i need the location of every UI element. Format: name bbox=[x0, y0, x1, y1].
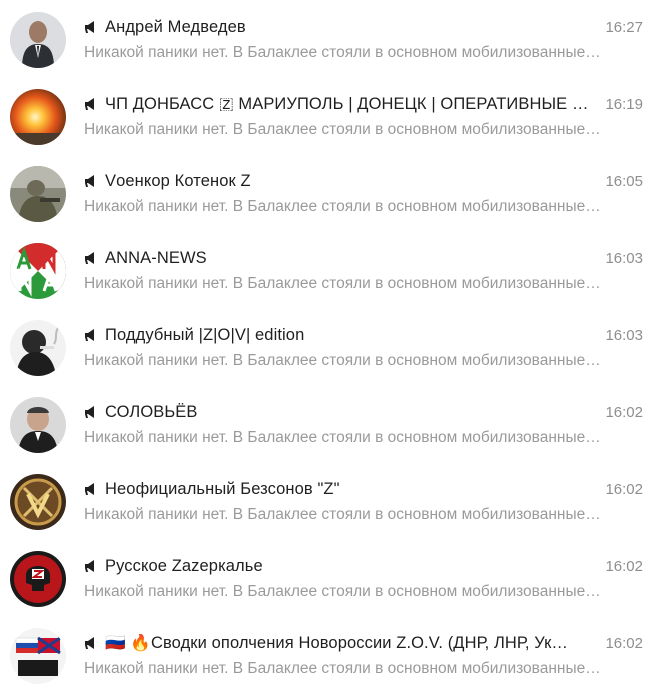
chat-preview: Никакой паники нет. В Балаклее стояли в … bbox=[84, 198, 601, 215]
chat-title-line: Русское Zazеркалье 16:02 bbox=[84, 555, 643, 577]
chat-title: Русское Zazеркалье bbox=[105, 556, 263, 575]
smoking-person-avatar-icon bbox=[10, 320, 66, 376]
person-avatar-icon bbox=[10, 397, 66, 453]
chat-time: 16:03 bbox=[605, 249, 643, 267]
chat-time: 16:03 bbox=[605, 326, 643, 344]
chat-title-line: Андрей Медведев 16:27 bbox=[84, 16, 643, 38]
chat-time: 16:19 bbox=[605, 95, 643, 113]
chat-row[interactable]: СОЛОВЬЁВ 16:02 Никакой паники нет. В Бал… bbox=[0, 385, 651, 462]
megaphone-icon bbox=[84, 482, 98, 496]
anna-news-logo-icon bbox=[10, 243, 66, 299]
chat-time: 16:02 bbox=[605, 480, 643, 498]
skull-z-avatar-icon bbox=[10, 551, 66, 607]
megaphone-icon bbox=[84, 636, 98, 650]
chat-preview: Никакой паники нет. В Балаклее стояли в … bbox=[84, 583, 601, 600]
chat-title-line: СОЛОВЬЁВ 16:02 bbox=[84, 401, 643, 423]
megaphone-icon bbox=[84, 559, 98, 573]
chat-preview: Никакой паники нет. В Балаклее стояли в … bbox=[84, 506, 601, 523]
chat-title-line: Vоенкор Котенок Z 16:05 bbox=[84, 170, 643, 192]
chat-title: 🇷🇺 🔥Сводки ополчения Новороссии Z.O.V. (… bbox=[105, 633, 569, 652]
chat-title-line: Поддубный |Z|O|V| edition 16:03 bbox=[84, 324, 643, 346]
chat-title: Vоенкор Котенок Z bbox=[105, 171, 251, 190]
chat-title: ЧП ДОНБАСС 🇿 МАРИУПОЛЬ | ДОНЕЦК | ОПЕРАТ… bbox=[105, 94, 596, 113]
chat-time: 16:02 bbox=[605, 557, 643, 575]
chat-row[interactable]: Андрей Медведев 16:27 Никакой паники нет… bbox=[0, 0, 651, 77]
megaphone-icon bbox=[84, 20, 98, 34]
chat-preview: Никакой паники нет. В Балаклее стояли в … bbox=[84, 352, 601, 369]
chat-time: 16:02 bbox=[605, 634, 643, 652]
chat-row[interactable]: Vоенкор Котенок Z 16:05 Никакой паники н… bbox=[0, 154, 651, 231]
megaphone-icon bbox=[84, 405, 98, 419]
chat-title-line: 🇷🇺 🔥Сводки ополчения Новороссии Z.O.V. (… bbox=[84, 632, 643, 654]
chat-title-line: ЧП ДОНБАСС 🇿 МАРИУПОЛЬ | ДОНЕЦК | ОПЕРАТ… bbox=[84, 93, 643, 115]
chat-preview: Никакой паники нет. В Балаклее стояли в … bbox=[84, 429, 601, 446]
chat-row[interactable]: Поддубный |Z|O|V| edition 16:03 Никакой … bbox=[0, 308, 651, 385]
megaphone-icon bbox=[84, 328, 98, 342]
chat-row[interactable]: 🇷🇺 🔥Сводки ополчения Новороссии Z.O.V. (… bbox=[0, 616, 651, 693]
soldier-avatar-icon bbox=[10, 166, 66, 222]
chat-title: Поддубный |Z|O|V| edition bbox=[105, 325, 305, 344]
chat-time: 16:27 bbox=[605, 18, 643, 36]
chat-time: 16:02 bbox=[605, 403, 643, 421]
chat-title-line: ANNA-NEWS 16:03 bbox=[84, 247, 643, 269]
flags-avatar-icon bbox=[10, 628, 66, 684]
megaphone-icon bbox=[84, 97, 98, 111]
chat-row[interactable]: ЧП ДОНБАСС 🇿 МАРИУПОЛЬ | ДОНЕЦК | ОПЕРАТ… bbox=[0, 77, 651, 154]
chat-preview: Никакой паники нет. В Балаклее стояли в … bbox=[84, 275, 601, 292]
chat-row[interactable]: Русское Zazеркалье 16:02 Никакой паники … bbox=[0, 539, 651, 616]
emblem-avatar-icon bbox=[10, 474, 66, 530]
person-avatar-icon bbox=[10, 12, 66, 68]
chat-preview: Никакой паники нет. В Балаклее стояли в … bbox=[84, 44, 601, 61]
chat-row[interactable]: Неофициальный Безсонов "Z" 16:02 Никакой… bbox=[0, 462, 651, 539]
chat-time: 16:05 bbox=[605, 172, 643, 190]
chat-title: Андрей Медведев bbox=[105, 17, 246, 36]
explosion-avatar-icon bbox=[10, 89, 66, 145]
chat-title: СОЛОВЬЁВ bbox=[105, 402, 198, 421]
chat-preview: Никакой паники нет. В Балаклее стояли в … bbox=[84, 121, 601, 138]
chat-title: ANNA-NEWS bbox=[105, 248, 207, 267]
megaphone-icon bbox=[84, 251, 98, 265]
chat-preview: Никакой паники нет. В Балаклее стояли в … bbox=[84, 660, 601, 677]
megaphone-icon bbox=[84, 174, 98, 188]
chat-title: Неофициальный Безсонов "Z" bbox=[105, 479, 340, 498]
chat-title-line: Неофициальный Безсонов "Z" 16:02 bbox=[84, 478, 643, 500]
chat-list: Андрей Медведев 16:27 Никакой паники нет… bbox=[0, 0, 651, 693]
chat-row[interactable]: ANNA-NEWS 16:03 Никакой паники нет. В Ба… bbox=[0, 231, 651, 308]
